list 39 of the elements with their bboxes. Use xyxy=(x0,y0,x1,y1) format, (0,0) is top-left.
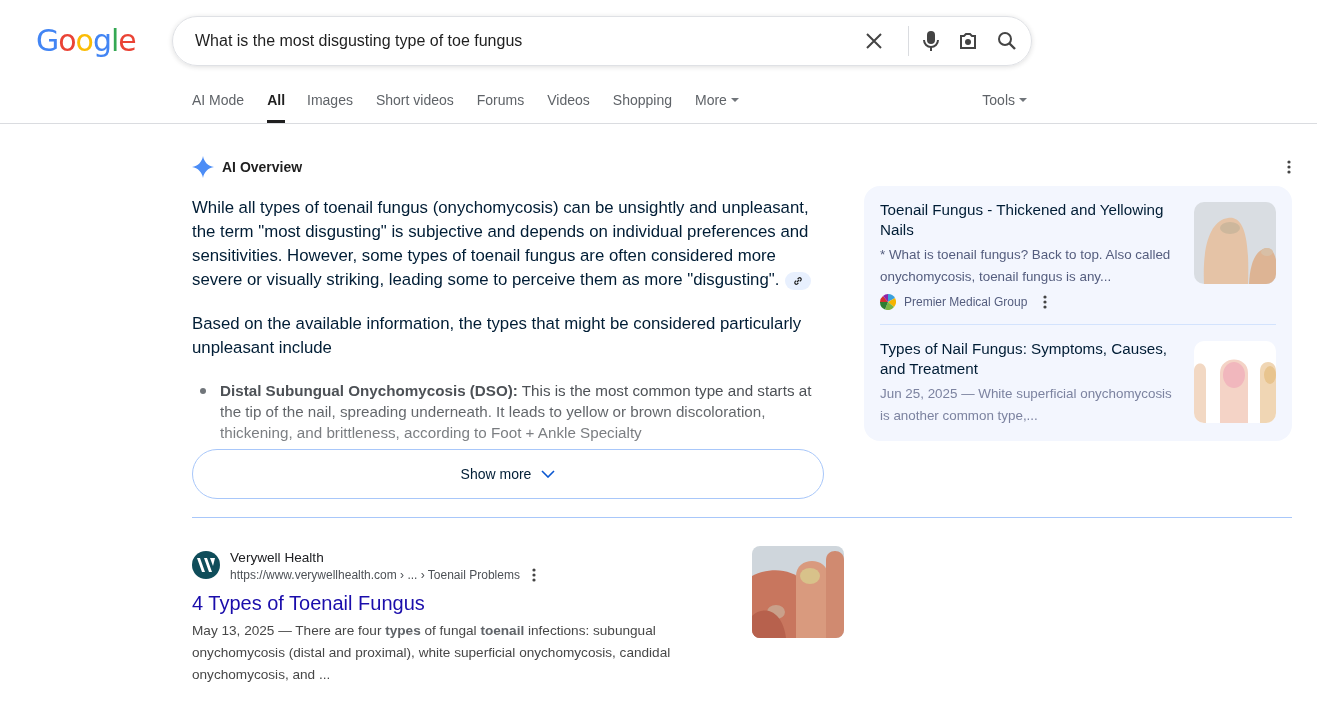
source-snippet: Jun 25, 2025 — White superficial onychomycosis is another common type,... xyxy=(880,385,1173,425)
site-name: Premier Medical Group xyxy=(904,295,1028,309)
nav-tab[interactable]: Images xyxy=(307,92,353,123)
google-logo[interactable]: Google xyxy=(0,22,172,58)
tools-button[interactable]: Tools xyxy=(982,92,1027,123)
more-options-icon[interactable] xyxy=(1287,160,1291,174)
microphone-icon[interactable] xyxy=(923,30,939,52)
search-bar[interactable]: What is the most disgusting type of toe fungus xyxy=(172,16,1032,66)
chevron-down-icon xyxy=(541,470,556,478)
nav-tab[interactable]: All xyxy=(267,92,286,123)
overview-paragraph: Based on the available information, the types that might be considered particularly unpleasant include xyxy=(192,313,803,359)
nav-tab[interactable]: Videos xyxy=(547,92,590,123)
more-options-icon[interactable] xyxy=(1043,295,1048,309)
nav-tab[interactable]: Forums xyxy=(476,92,525,123)
result-title-link[interactable]: 4 Types of Toenail Fungus xyxy=(192,590,425,616)
nav-tab[interactable]: More xyxy=(694,92,739,123)
caret-icon xyxy=(730,98,739,102)
bullet-point: Distal Subungual Onychomycosis (DSO): This is the most common type and starts at the tip of the nail, spreading underneath. It leads to yellow or brown discoloration, thickening, and brittleness, according to Foot + Ankle Specialty xyxy=(220,381,813,443)
overview-paragraph: While all types of toenail fungus (onychomycosis) can be unsightly and unpleasant, the term "most disgusting" is subjective and depends on individual preferences and sensitivities. However, some types of toenail fungus are often considered more severe or visually striking, leading some to perceive them as more "disgusting". xyxy=(192,196,824,292)
more-options-icon[interactable] xyxy=(531,568,536,582)
sparkle-icon xyxy=(192,156,214,178)
source-title[interactable]: Toenail Fungus - Thickened and Yellowing Nails xyxy=(880,200,1180,240)
result-url: https://www.verywellhealth.com › ... › Toenail Problems xyxy=(230,568,520,582)
bullet-icon xyxy=(200,388,206,394)
link-icon[interactable] xyxy=(785,271,812,290)
nav-tab[interactable]: Shopping xyxy=(612,92,672,123)
nav-tab[interactable]: AI Mode xyxy=(192,92,245,123)
caret-icon xyxy=(1019,98,1027,102)
nav-tab[interactable]: Short videos xyxy=(375,92,454,123)
search-icon[interactable] xyxy=(997,31,1017,51)
source-title[interactable]: Types of Nail Fungus: Symptoms, Causes, and Treatment xyxy=(880,339,1180,379)
site-name: Verywell Health xyxy=(230,549,325,567)
search-field[interactable]: What is the most disgusting type of toe fungus xyxy=(193,31,848,51)
source-snippet: * What is toenail fungus? Back to top. Also called onychomycosis, toenail fungus is any... xyxy=(880,246,1172,286)
site-logo-icon xyxy=(192,551,220,579)
section-title: AI Overview xyxy=(222,159,303,175)
result-snippet: May 13, 2025 — There are four types of fungal toenail infections: subungual onychomycosis (distal and proximal), white superficial onychomycosis, candidal onychomycosis, and ... xyxy=(192,622,672,684)
show-more-button[interactable]: Show more xyxy=(192,449,824,499)
site-logo-icon xyxy=(880,294,896,310)
